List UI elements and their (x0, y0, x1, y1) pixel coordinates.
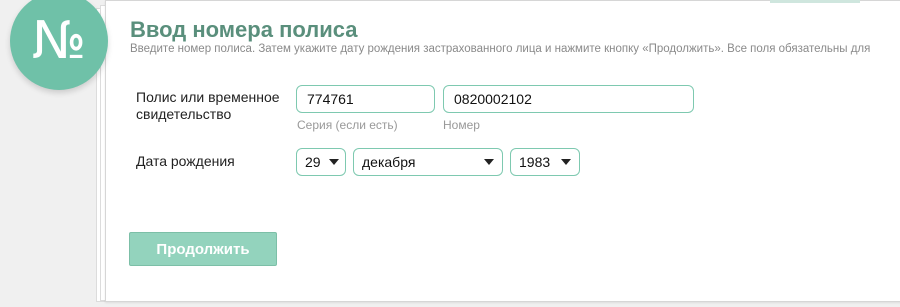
policy-number-hint: Номер (443, 118, 480, 132)
birth-day-select[interactable]: 29 (296, 148, 346, 176)
numero-icon: № (10, 0, 108, 90)
top-edge-decoration (770, 0, 860, 3)
chevron-down-icon (328, 159, 339, 165)
policy-label-line1: Полис или временное (136, 89, 280, 105)
policy-label-line2: свидетельство (136, 106, 232, 122)
birth-month-select[interactable]: декабря (353, 148, 503, 176)
page-subtitle: Введите номер полиса. Затем укажите дату… (130, 43, 871, 55)
birth-year-select[interactable]: 1983 (510, 148, 580, 176)
birth-month-value: декабря (362, 154, 416, 170)
page-title: Ввод номера полиса (130, 17, 358, 42)
chevron-down-icon (561, 159, 571, 165)
numero-glyph: № (31, 11, 87, 71)
policy-label: Полис или временное свидетельство (136, 89, 280, 123)
birth-date-label: Дата рождения (136, 153, 235, 169)
birth-day-value: 29 (305, 154, 321, 170)
policy-series-hint: Серия (если есть) (297, 118, 398, 132)
policy-series-input[interactable]: 774761 (296, 85, 435, 113)
policy-number-input[interactable]: 0820002102 (443, 85, 694, 113)
birth-year-value: 1983 (519, 154, 551, 170)
chevron-down-icon (484, 159, 494, 165)
continue-button[interactable]: Продолжить (129, 232, 277, 266)
